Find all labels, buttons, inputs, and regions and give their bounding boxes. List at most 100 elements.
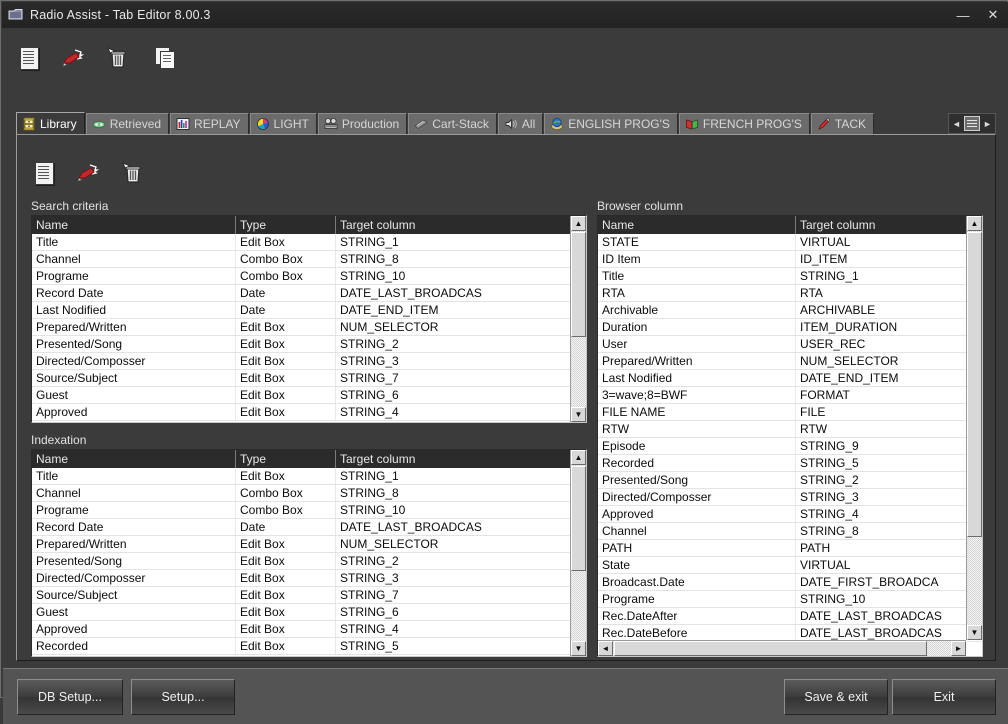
table-row[interactable]: EpisodeSTRING_9	[598, 438, 982, 455]
table-row[interactable]: STATEVIRTUAL	[598, 234, 982, 251]
table-row[interactable]: GuestEdit BoxSTRING_6	[32, 387, 586, 404]
column-header-name[interactable]: Name	[32, 450, 236, 468]
table-row[interactable]: Directed/ComposserEdit BoxSTRING_3	[32, 570, 586, 587]
table-row[interactable]: Record DateDateDATE_LAST_BROADCAS	[32, 285, 586, 302]
column-header-name[interactable]: Name	[598, 216, 796, 234]
table-row[interactable]: ChannelSTRING_8	[598, 523, 982, 540]
table-row[interactable]: Presented/SongSTRING_2	[598, 472, 982, 489]
table-row[interactable]: ChannelCombo BoxSTRING_8	[32, 251, 586, 268]
scroll-up-button[interactable]: ▲	[571, 216, 586, 231]
scroll-thumb[interactable]	[967, 232, 982, 537]
column-header-target[interactable]: Target column	[796, 216, 968, 234]
scroll-thumb[interactable]	[571, 232, 586, 337]
tab-cart-stack[interactable]: Cart-Stack	[408, 113, 497, 134]
vertical-scrollbar[interactable]: ▲ ▼	[570, 216, 586, 422]
table-row[interactable]: 3=wave;8=BWFFORMAT	[598, 387, 982, 404]
table-row[interactable]: TitleEdit BoxSTRING_1	[32, 468, 586, 485]
new-field-button[interactable]	[31, 160, 57, 186]
edit-field-button[interactable]	[75, 160, 101, 186]
edit-pen-button[interactable]	[60, 45, 86, 71]
grid-body: STATEVIRTUALID ItemID_ITEMTitleSTRING_1R…	[598, 234, 982, 642]
tab-scroll-right-button[interactable]: ►	[981, 116, 994, 131]
table-row[interactable]: ApprovedEdit BoxSTRING_4	[32, 621, 586, 638]
table-row[interactable]: TitleEdit BoxSTRING_1	[32, 234, 586, 251]
setup-button[interactable]: Setup...	[131, 679, 235, 715]
scroll-thumb[interactable]	[571, 466, 586, 571]
table-row[interactable]: Prepared/WrittenEdit BoxNUM_SELECTOR	[32, 536, 586, 553]
table-row[interactable]: ID ItemID_ITEM	[598, 251, 982, 268]
table-row[interactable]: Last NodifiedDATE_END_ITEM	[598, 370, 982, 387]
search-criteria-grid[interactable]: Name Type Target column TitleEdit BoxSTR…	[31, 215, 587, 423]
table-row[interactable]: Presented/SongEdit BoxSTRING_2	[32, 336, 586, 353]
table-row[interactable]: DurationITEM_DURATION	[598, 319, 982, 336]
table-row[interactable]: Source/SubjectEdit BoxSTRING_7	[32, 370, 586, 387]
table-row[interactable]: RTWRTW	[598, 421, 982, 438]
table-row[interactable]: TitleSTRING_1	[598, 268, 982, 285]
table-row[interactable]: ApprovedEdit BoxSTRING_4	[32, 404, 586, 421]
column-header-type[interactable]: Type	[236, 216, 336, 234]
column-header-type[interactable]: Type	[236, 450, 336, 468]
tab-tack[interactable]: TACK	[811, 113, 874, 134]
column-header-name[interactable]: Name	[32, 216, 236, 234]
table-row[interactable]: Prepared/WrittenNUM_SELECTOR	[598, 353, 982, 370]
table-row[interactable]: Record DateDateDATE_LAST_BROADCAS	[32, 519, 586, 536]
minimize-button[interactable]: —	[948, 2, 978, 28]
tab-list-button[interactable]	[964, 116, 980, 131]
delete-field-button[interactable]	[119, 160, 145, 186]
tab-retrieved[interactable]: Retrieved	[86, 113, 169, 134]
scroll-up-button[interactable]: ▲	[967, 216, 982, 231]
cell-name: Duration	[598, 319, 796, 335]
scroll-down-button[interactable]: ▼	[967, 625, 982, 640]
scroll-down-button[interactable]: ▼	[571, 641, 586, 656]
scroll-left-button[interactable]: ◄	[598, 641, 613, 656]
scroll-down-button[interactable]: ▼	[571, 407, 586, 422]
horizontal-scrollbar[interactable]: ◄ ►	[598, 640, 966, 656]
tab-replay[interactable]: REPLAY	[170, 113, 248, 134]
table-row[interactable]: ChannelCombo BoxSTRING_8	[32, 485, 586, 502]
indexation-grid[interactable]: Name Type Target column TitleEdit BoxSTR…	[31, 449, 587, 657]
new-document-button[interactable]	[16, 45, 42, 71]
tab-scroll-left-button[interactable]: ◄	[950, 116, 963, 131]
scroll-up-button[interactable]: ▲	[571, 450, 586, 465]
table-row[interactable]: Rec.DateAfterDATE_LAST_BROADCAS	[598, 608, 982, 625]
table-row[interactable]: RTARTA	[598, 285, 982, 302]
table-row[interactable]: Directed/ComposserSTRING_3	[598, 489, 982, 506]
delete-button[interactable]	[104, 45, 130, 71]
browser-column-grid[interactable]: Name Target column STATEVIRTUALID ItemID…	[597, 215, 983, 657]
table-row[interactable]: FILE NAMEFILE	[598, 404, 982, 421]
tab-production[interactable]: Production	[318, 113, 407, 134]
scroll-right-button[interactable]: ►	[951, 641, 966, 656]
tab-library[interactable]: Library	[16, 112, 85, 134]
table-row[interactable]: ProgrameCombo BoxSTRING_10	[32, 268, 586, 285]
table-row[interactable]: ApprovedSTRING_4	[598, 506, 982, 523]
table-row[interactable]: ProgrameSTRING_10	[598, 591, 982, 608]
tab-light[interactable]: LIGHT	[250, 113, 317, 134]
table-row[interactable]: GuestEdit BoxSTRING_6	[32, 604, 586, 621]
column-header-target[interactable]: Target column	[336, 450, 572, 468]
table-row[interactable]: ArchivableARCHIVABLE	[598, 302, 982, 319]
table-row[interactable]: Last NodifiedDateDATE_END_ITEM	[32, 302, 586, 319]
table-row[interactable]: RecordedSTRING_5	[598, 455, 982, 472]
close-button[interactable]: ✕	[978, 2, 1008, 28]
table-row[interactable]: StateVIRTUAL	[598, 557, 982, 574]
save-and-exit-button[interactable]: Save & exit	[784, 679, 888, 715]
tab-english-progs[interactable]: ENGLISH PROG'S	[544, 113, 678, 134]
vertical-scrollbar[interactable]: ▲ ▼	[966, 216, 982, 640]
copy-button[interactable]	[152, 45, 178, 71]
exit-button[interactable]: Exit	[892, 679, 996, 715]
column-header-target[interactable]: Target column	[336, 216, 572, 234]
tab-all[interactable]: All	[498, 113, 543, 134]
table-row[interactable]: UserUSER_REC	[598, 336, 982, 353]
table-row[interactable]: RecordedEdit BoxSTRING_5	[32, 638, 586, 655]
table-row[interactable]: PATHPATH	[598, 540, 982, 557]
table-row[interactable]: ProgrameCombo BoxSTRING_10	[32, 502, 586, 519]
vertical-scrollbar[interactable]: ▲ ▼	[570, 450, 586, 656]
table-row[interactable]: Source/SubjectEdit BoxSTRING_7	[32, 587, 586, 604]
tab-french-progs[interactable]: FRENCH PROG'S	[679, 113, 810, 134]
hscroll-thumb[interactable]	[614, 641, 927, 656]
table-row[interactable]: Prepared/WrittenEdit BoxNUM_SELECTOR	[32, 319, 586, 336]
table-row[interactable]: Broadcast.DateDATE_FIRST_BROADCA	[598, 574, 982, 591]
table-row[interactable]: Directed/ComposserEdit BoxSTRING_3	[32, 353, 586, 370]
table-row[interactable]: Presented/SongEdit BoxSTRING_2	[32, 553, 586, 570]
db-setup-button[interactable]: DB Setup...	[17, 679, 123, 715]
